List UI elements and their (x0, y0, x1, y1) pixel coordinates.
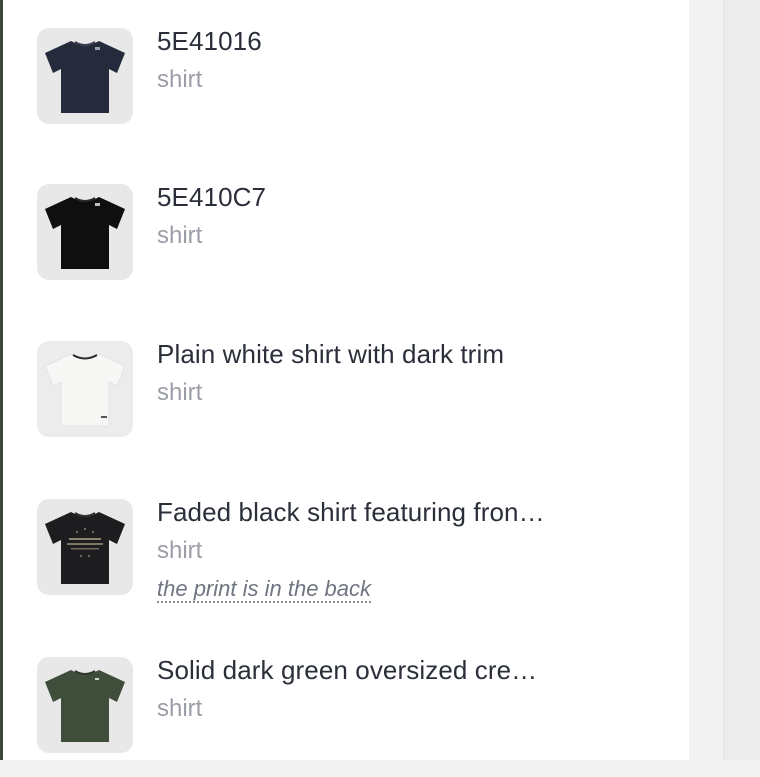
printed-black-tshirt-icon (45, 512, 125, 584)
navy-tshirt-icon (45, 41, 125, 113)
scrollbar[interactable] (723, 0, 760, 760)
product-thumbnail (37, 28, 133, 124)
product-thumbnail (37, 499, 133, 595)
item-note-link[interactable]: the print is in the back (157, 577, 372, 603)
black-tshirt-icon (45, 197, 125, 269)
item-title: Plain white shirt with dark trim (157, 339, 505, 369)
item-title: Faded black shirt featuring fron… (157, 497, 545, 527)
product-thumbnail (37, 341, 133, 437)
item-title: 5E410C7 (157, 182, 267, 212)
item-category: shirt (157, 537, 203, 564)
white-tshirt-icon (44, 353, 126, 427)
item-category: shirt (157, 66, 203, 93)
green-tshirt-icon (45, 670, 125, 742)
list-item[interactable]: Faded black shirt featuring fron… shirt … (37, 497, 677, 619)
product-thumbnail (37, 657, 133, 753)
list-item[interactable]: Solid dark green oversized cre… shirt (37, 655, 677, 777)
product-list-panel: 5E41016 shirt 5E410C7 shirt Plain white … (3, 0, 689, 760)
product-thumbnail (37, 184, 133, 280)
item-category: shirt (157, 222, 203, 249)
item-title: 5E41016 (157, 26, 262, 56)
item-category: shirt (157, 379, 203, 406)
item-title: Solid dark green oversized cre… (157, 655, 538, 685)
list-item[interactable]: 5E41016 shirt (37, 26, 677, 148)
item-category: shirt (157, 695, 203, 722)
list-item[interactable]: Plain white shirt with dark trim shirt (37, 339, 677, 461)
list-item[interactable]: 5E410C7 shirt (37, 182, 677, 304)
